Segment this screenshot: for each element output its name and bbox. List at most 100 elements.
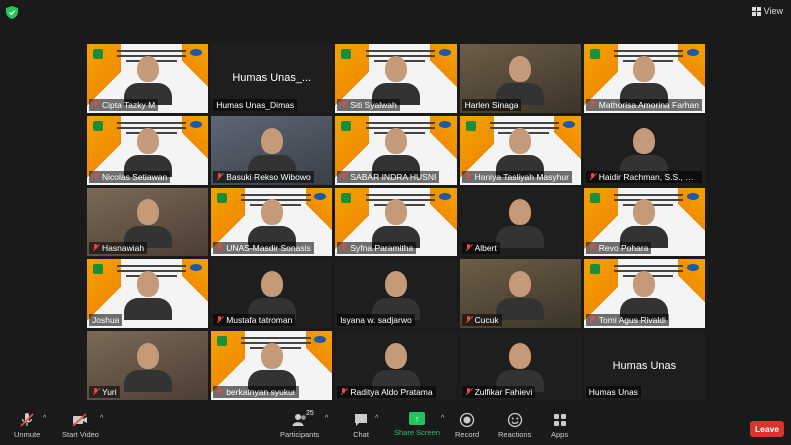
participant-tile[interactable]: Cipta Tazky M	[87, 44, 209, 113]
participant-name-label: UNAS-Masdir Sonasis	[213, 242, 314, 255]
participant-video-person	[371, 127, 420, 177]
participant-tile[interactable]: Revo Pohara	[583, 187, 705, 257]
participant-video-person	[247, 343, 296, 392]
participant-video-person	[620, 271, 669, 321]
participant-name: Nicolas Setiawan	[102, 171, 168, 182]
participant-video-person	[247, 199, 296, 249]
participant-video-person	[247, 127, 296, 177]
participant-name-label: Humas Unas_Dimas	[213, 98, 298, 111]
participant-video-person	[123, 343, 172, 392]
participant-name: Siti Syalwah	[350, 99, 397, 110]
participant-name-label: Mathorisa Amorina Farhan	[585, 98, 702, 111]
participant-tile[interactable]: lsyana w. sadjarwo	[335, 259, 457, 329]
participant-tile[interactable]: Raditya Aldo Pratama	[335, 331, 457, 400]
participant-name-label: Haidir Rachman, S.S., S.H., ...	[585, 170, 703, 183]
participant-tile[interactable]: Hasnawiah	[87, 187, 209, 257]
participant-tile[interactable]: Siti Syalwah	[335, 44, 457, 113]
participant-tile[interactable]: Zulfikar Fahievi	[459, 331, 581, 400]
participant-tile[interactable]: Tomi Agus Rivaldi	[583, 259, 705, 329]
chat-options-caret-icon[interactable]: ^	[375, 415, 378, 422]
participant-tile[interactable]: berkatnyan syukur	[211, 331, 333, 400]
participant-name-label: Hasnawiah	[89, 242, 148, 255]
reactions-label: Reactions	[498, 430, 532, 439]
participants-options-caret-icon[interactable]: ^	[325, 415, 328, 422]
participant-name: Haidir Rachman, S.S., S.H., ...	[598, 171, 700, 182]
participant-name: Revo Pohara	[598, 243, 649, 254]
participant-tile[interactable]: Mathorisa Amorina Farhan	[583, 44, 705, 113]
participant-tile[interactable]: Haniya Tasliyah Masyhur	[459, 115, 581, 185]
share-screen-button[interactable]: ↑ Share Screen	[394, 412, 440, 437]
participant-video-person	[620, 199, 669, 249]
participant-tile[interactable]: Haidir Rachman, S.S., S.H., ...	[583, 115, 705, 185]
participant-video-person	[496, 127, 545, 177]
view-label: View	[763, 6, 783, 16]
participants-button[interactable]: 25 Participants	[280, 410, 319, 439]
participant-video-person	[123, 55, 172, 105]
participant-video-person	[496, 343, 545, 392]
share-screen-label: Share Screen	[394, 428, 440, 437]
participant-tile[interactable]: Cucuk	[459, 259, 581, 329]
audio-options-caret-icon[interactable]: ^	[43, 415, 46, 422]
record-button[interactable]: Record	[455, 412, 479, 439]
microphone-muted-icon	[465, 316, 472, 324]
participant-tile[interactable]: Yuri	[87, 331, 209, 400]
microphone-muted-icon	[589, 316, 596, 324]
participant-center-name: Humas Unas_...	[232, 72, 312, 85]
participant-name-label: Syfna Paramitha	[337, 242, 417, 255]
share-options-caret-icon[interactable]: ^	[441, 415, 444, 422]
chat-icon	[355, 414, 367, 426]
participant-video-person	[247, 271, 296, 321]
reactions-button[interactable]: Reactions	[498, 412, 531, 439]
participant-name-label: Basuki Rekso Wibowo	[213, 170, 314, 183]
participant-name: Albert	[474, 243, 497, 254]
participant-tile[interactable]: SABAR INDRA HUSNI	[335, 115, 457, 185]
participant-name: Harlen Sinaga	[464, 99, 519, 110]
microphone-muted-icon	[216, 388, 223, 396]
participant-name: Humas Unas	[588, 387, 638, 397]
participant-video-person	[371, 199, 420, 249]
participant-name-label: SABAR INDRA HUSNI	[337, 170, 440, 183]
participant-video-person	[371, 271, 420, 321]
microphone-muted-icon	[589, 244, 596, 252]
participant-name-label: Cipta Tazky M	[89, 98, 159, 111]
microphone-muted-icon	[216, 244, 223, 252]
participant-tile[interactable]: Syfna Paramitha	[335, 187, 457, 257]
participant-name: berkatnyan syukur	[226, 387, 296, 397]
reactions-icon	[507, 412, 522, 428]
start-video-label: Start Video	[62, 430, 99, 439]
participant-tile[interactable]: Nicolas Setiawan	[87, 115, 209, 185]
grid-view-icon	[751, 6, 761, 16]
microphone-muted-icon	[92, 388, 99, 396]
participant-tile[interactable]: Harlen Sinaga	[459, 44, 581, 113]
participant-tile[interactable]: Humas Unas Humas Unas	[583, 331, 705, 400]
participant-name-label: Zulfikar Fahievi	[461, 386, 536, 398]
participant-tile[interactable]: Basuki Rekso Wibowo	[211, 115, 333, 185]
participants-count: 25	[306, 410, 314, 417]
microphone-muted-icon	[92, 172, 99, 181]
participant-tile[interactable]: Humas Unas_... Humas Unas_Dimas	[211, 44, 333, 113]
view-button[interactable]: View	[751, 6, 783, 16]
participant-video-person	[496, 55, 545, 105]
participant-video-person	[496, 199, 545, 249]
leave-button[interactable]: Leave	[750, 421, 784, 437]
participant-name: Humas Unas_Dimas	[216, 99, 295, 110]
participant-tile[interactable]: UNAS-Masdir Sonasis	[211, 187, 333, 257]
participant-name-label: berkatnyan syukur	[213, 386, 299, 398]
security-shield-icon[interactable]	[6, 6, 18, 19]
participant-name: Mustafa tatroman	[226, 315, 293, 326]
participant-name: Yuri	[102, 387, 117, 397]
participant-tile[interactable]: Mustafa tatroman	[211, 259, 333, 329]
participant-name: UNAS-Masdir Sonasis	[226, 243, 311, 254]
participant-name: SABAR INDRA HUSNI	[350, 171, 437, 182]
participant-tile[interactable]: Joshua	[87, 259, 209, 329]
participant-video-person	[620, 127, 669, 177]
participant-name-label: Siti Syalwah	[337, 98, 400, 111]
apps-button[interactable]: Apps	[551, 412, 568, 439]
start-video-button[interactable]: Start Video	[62, 412, 99, 439]
unmute-button[interactable]: Unmute	[14, 412, 40, 439]
gallery-view: Cipta Tazky M Humas Unas_... Humas Unas_Di…	[87, 44, 705, 400]
chat-button[interactable]: Chat	[353, 412, 369, 439]
participant-tile[interactable]: Albert	[459, 187, 581, 257]
video-options-caret-icon[interactable]: ^	[100, 415, 103, 422]
participant-center-name: Humas Unas	[612, 359, 677, 372]
